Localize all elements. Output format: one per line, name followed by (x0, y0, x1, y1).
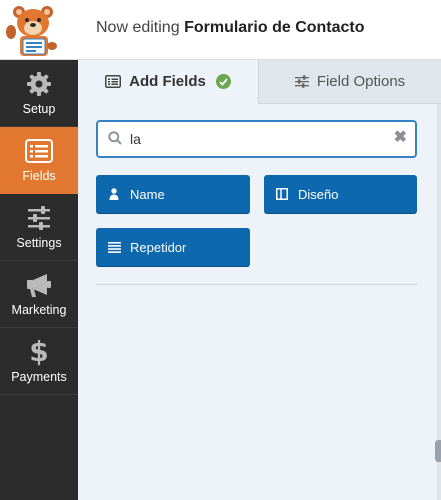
sidebar-item-label: Fields (22, 169, 56, 183)
collapse-handle[interactable] (435, 440, 441, 462)
field-button-label: Name (130, 186, 165, 202)
check-circle-icon (215, 74, 231, 89)
logo-area[interactable] (0, 0, 78, 60)
sliders-icon (294, 75, 309, 88)
sidebar: Setup Fields Settings Marketing $ Paymen… (0, 0, 78, 500)
search-input[interactable] (130, 129, 380, 149)
title-prefix: Now editing (96, 19, 180, 36)
sidebar-item-label: Marketing (11, 303, 67, 317)
tab-label: Add Fields (129, 73, 206, 90)
add-fields-panel (78, 104, 437, 500)
fields-list-icon (0, 136, 78, 166)
dollar-icon: $ (29, 335, 49, 368)
rows-icon (107, 241, 121, 253)
sidebar-item-label: Setup (22, 102, 56, 116)
sliders-icon (0, 203, 78, 233)
sidebar-item-fields[interactable]: Fields (0, 127, 78, 194)
add-field-diseno-button[interactable]: Diseño (264, 175, 417, 213)
add-field-name-button[interactable]: Name (96, 175, 250, 213)
section-divider (96, 284, 417, 285)
sidebar-item-label: Payments (11, 370, 67, 384)
sidebar-item-settings[interactable]: Settings (0, 194, 78, 261)
sidebar-item-label: Settings (16, 236, 62, 250)
field-button-label: Repetidor (130, 239, 187, 255)
clear-search-icon[interactable]: ✖ (394, 128, 407, 148)
sidebar-item-setup[interactable]: Setup (0, 60, 78, 127)
editor-header: Now editing Formulario de Contacto (78, 0, 441, 60)
bear-mascot-icon (6, 6, 57, 56)
gear-icon (0, 69, 78, 99)
form-name: Formulario de Contacto (184, 19, 365, 36)
columns-icon (275, 188, 289, 200)
add-field-repetidor-button[interactable]: Repetidor (96, 228, 250, 266)
field-button-label: Diseño (298, 186, 339, 202)
tab-label: Field Options (316, 73, 406, 90)
search-icon (108, 131, 122, 150)
list-box-icon (105, 75, 122, 88)
page-title: Now editing Formulario de Contacto (96, 18, 365, 38)
tab-add-fields[interactable]: Add Fields (78, 60, 258, 104)
panel-tabs: Add Fields Field Options (78, 60, 441, 104)
field-search: ✖ (96, 120, 417, 158)
sidebar-item-payments[interactable]: $ Payments (0, 328, 78, 395)
megaphone-icon (0, 270, 78, 300)
user-icon (107, 188, 121, 200)
sidebar-item-marketing[interactable]: Marketing (0, 261, 78, 328)
tab-field-options[interactable]: Field Options (258, 60, 441, 104)
